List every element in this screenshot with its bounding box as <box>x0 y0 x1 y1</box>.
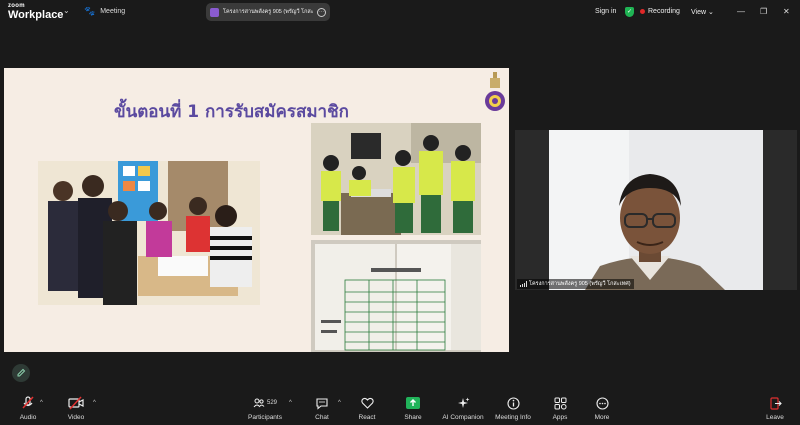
brand-big: Workplace <box>8 9 64 21</box>
shared-slide: ขั้นตอนที่ 1 การรับสมัครสมาชิก <box>4 68 509 352</box>
speaker-video-tile[interactable]: โครงการสานพลังครู 905 (พรัญวี โกสะเทศ) <box>515 130 797 290</box>
video-options-caret[interactable]: ^ <box>93 400 96 406</box>
students-photo <box>311 123 481 235</box>
speaker-name: โครงการสานพลังครู 905 (พรัญวี โกสะเทศ) <box>529 281 631 287</box>
heart-icon <box>360 397 374 409</box>
info-icon <box>506 396 520 410</box>
zoom-window: zoom Workplace ⌄ 🐾 Meeting โครงการสานพลั… <box>0 0 800 425</box>
share-label: Share <box>404 414 422 421</box>
video-button[interactable]: Video <box>54 396 98 421</box>
paw-icon: 🐾 <box>84 6 96 16</box>
chat-icon <box>316 397 328 410</box>
chevron-down-icon[interactable]: ⌄ <box>63 6 70 15</box>
audio-label: Audio <box>19 414 37 421</box>
annotate-button[interactable] <box>12 364 30 382</box>
more-icon <box>595 396 609 410</box>
signal-bars-icon <box>520 281 527 287</box>
video-label: Video <box>67 414 85 421</box>
school-logo-icon <box>485 72 505 111</box>
apps-icon <box>554 397 567 410</box>
zoom-logo[interactable]: zoom Workplace <box>8 3 63 21</box>
speaker-figure <box>585 174 725 290</box>
audio-options-caret[interactable]: ^ <box>40 400 43 406</box>
meeting-info-label: Meeting Info <box>495 414 531 421</box>
audio-button[interactable]: Audio <box>6 396 50 421</box>
more-label: More <box>594 414 610 421</box>
react-button[interactable]: React <box>345 396 389 421</box>
leave-button[interactable]: Leave <box>753 396 797 421</box>
view-button[interactable]: View ⌄ <box>691 8 714 16</box>
record-book-photo <box>311 240 481 352</box>
meeting-menu-button[interactable]: 🐾 Meeting <box>84 6 125 17</box>
meeting-title-pill[interactable]: โครงการสานพลังครู 905 (พรัญวี โกสะ... ··… <box>206 3 330 21</box>
leave-label: Leave <box>766 414 784 421</box>
share-arrow-icon <box>406 397 420 409</box>
shield-check-icon[interactable]: ✓ <box>625 7 634 17</box>
mic-muted-icon <box>22 396 34 409</box>
more-icon[interactable]: ··· <box>317 7 326 17</box>
recording-label: Recording <box>648 8 680 15</box>
leave-icon <box>769 396 782 410</box>
meeting-badge-icon <box>210 7 219 17</box>
more-button[interactable]: More <box>580 396 624 421</box>
video-off-icon <box>68 396 84 410</box>
speaker-name-tag: โครงการสานพลังครู 905 (พรัญวี โกสะเทศ) <box>517 279 634 289</box>
recording-dot-icon <box>640 9 645 14</box>
participants-options-caret[interactable]: ^ <box>289 400 292 406</box>
react-label: React <box>358 414 376 421</box>
apps-button[interactable]: Apps <box>538 396 582 421</box>
ai-companion-label: AI Companion <box>442 414 484 421</box>
participants-button[interactable]: 529 Participants <box>243 396 287 421</box>
restore-icon[interactable]: ❐ <box>760 7 767 16</box>
top-bar: zoom Workplace ⌄ 🐾 Meeting โครงการสานพลั… <box>0 0 800 24</box>
slide-title: ขั้นตอนที่ 1 การรับสมัครสมาชิก <box>114 102 349 122</box>
share-button[interactable]: Share <box>391 396 435 421</box>
ai-companion-button[interactable]: AI Companion <box>441 396 485 421</box>
sign-in-link[interactable]: Sign in <box>595 8 616 15</box>
chat-options-caret[interactable]: ^ <box>338 400 341 406</box>
participants-count: 529 <box>266 400 277 406</box>
meeting-toolbar: Audio ^ Video ^ 529 Participants ^ Chat … <box>0 392 800 425</box>
meeting-info-button[interactable]: Meeting Info <box>491 396 535 421</box>
participants-label: Participants <box>248 414 282 421</box>
view-label: View <box>691 9 707 16</box>
participants-icon <box>253 398 265 408</box>
close-icon[interactable]: ✕ <box>783 7 790 16</box>
chat-label: Chat <box>315 414 329 421</box>
minimize-icon[interactable]: — <box>737 7 745 16</box>
meeting-label: Meeting <box>100 8 126 15</box>
recording-indicator[interactable]: Recording <box>640 8 680 15</box>
meeting-title: โครงการสานพลังครู 905 (พรัญวี โกสะ... <box>223 9 313 15</box>
classroom-photo <box>38 161 260 305</box>
sparkle-icon <box>457 397 469 408</box>
pen-icon <box>17 368 26 377</box>
apps-label: Apps <box>552 414 568 421</box>
